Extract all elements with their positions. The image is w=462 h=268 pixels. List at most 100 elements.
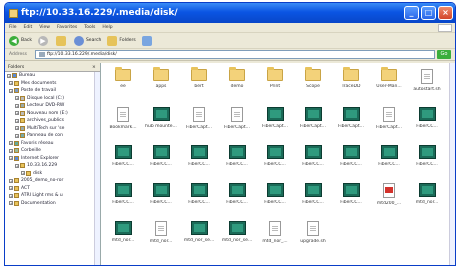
file-item[interactable]: FiberCapt...	[219, 107, 255, 130]
expand-icon[interactable]: +	[9, 148, 13, 153]
expand-icon[interactable]: +	[15, 111, 19, 116]
up-button[interactable]	[55, 35, 68, 46]
expand-icon[interactable]: +	[15, 126, 19, 131]
file-item[interactable]: FiberCC...	[181, 145, 217, 167]
tree-item[interactable]: +10.33.16.229	[5, 162, 100, 170]
close-pane-icon[interactable]: ×	[92, 63, 100, 71]
file-item[interactable]: Bookmark...	[105, 107, 141, 130]
expand-icon[interactable]: +	[15, 118, 19, 123]
views-button[interactable]	[141, 35, 154, 46]
expand-icon[interactable]: +	[9, 141, 13, 146]
expand-icon[interactable]: +	[9, 186, 13, 191]
go-button[interactable]: Go	[437, 50, 451, 59]
file-item[interactable]: hub mounte...	[143, 107, 179, 129]
tree-item[interactable]: +2005_demo_no-ror	[5, 177, 100, 185]
document-icon	[421, 69, 433, 84]
tree-item[interactable]: + Bureau	[5, 72, 100, 80]
file-item[interactable]: FiberCapt...	[371, 107, 407, 130]
menu-favorites[interactable]: Favorites	[57, 25, 77, 30]
tree-item[interactable]: + disk	[5, 170, 100, 178]
file-item[interactable]: mtd_nor_se...	[219, 221, 255, 243]
tree-item[interactable]: + Documentation	[5, 200, 100, 208]
file-item[interactable]: FiberCC...	[219, 183, 255, 205]
menu-help[interactable]: Help	[102, 25, 112, 30]
file-item[interactable]: FiberCC...	[219, 145, 255, 167]
tree-item[interactable]: + ATRI Light rms & u	[5, 192, 100, 200]
folder-item[interactable]: ee	[105, 67, 141, 89]
expand-icon[interactable]: +	[9, 201, 13, 206]
menu-edit[interactable]: Edit	[24, 25, 33, 30]
minimize-button[interactable]: _	[404, 6, 419, 20]
file-item[interactable]: FiberCC...	[143, 183, 179, 205]
search-button[interactable]: Search	[73, 35, 101, 46]
address-input[interactable]: ftp://10.33.16.229/.media/disk/	[35, 50, 435, 59]
file-item[interactable]: upgrade.sh	[295, 221, 331, 244]
file-item[interactable]: FiberCC...	[295, 145, 331, 167]
file-item[interactable]: FiberCC...	[371, 145, 407, 167]
expand-icon[interactable]: +	[21, 171, 25, 176]
back-button[interactable]: ◀ Back	[9, 35, 32, 46]
file-item[interactable]: mtd_nor...	[143, 221, 179, 244]
expand-icon[interactable]: +	[9, 193, 13, 198]
tree-item[interactable]: + Nouveau nom (E:)	[5, 110, 100, 118]
folders-scrollbar[interactable]	[94, 72, 100, 265]
tree-item[interactable]: + Lecteur DVD-RW	[5, 102, 100, 110]
file-item[interactable]: FiberCC...	[333, 183, 369, 205]
tree-item[interactable]: + Panneau de con	[5, 132, 100, 140]
expand-icon[interactable]: +	[15, 103, 19, 108]
folder-item[interactable]: Print	[257, 67, 293, 89]
file-item[interactable]: autostart.sh	[409, 69, 445, 92]
tree-item[interactable]: + Favoris réseau	[5, 140, 100, 148]
expand-icon[interactable]: +	[9, 178, 13, 183]
menu-tools[interactable]: Tools	[84, 25, 95, 30]
file-item[interactable]: FiberCC...	[409, 145, 445, 167]
file-item[interactable]: mtd_nor...	[409, 183, 445, 205]
close-button[interactable]: ×	[438, 6, 453, 20]
menu-view[interactable]: View	[39, 25, 50, 30]
folder-item[interactable]: demo	[219, 67, 255, 89]
folders-button[interactable]: Folders	[107, 35, 136, 46]
expand-icon[interactable]: +	[15, 133, 19, 138]
folder-item[interactable]: apps	[143, 67, 179, 89]
tree-item[interactable]: + Poste de travail	[5, 87, 100, 95]
file-item[interactable]: FiberCC...	[143, 145, 179, 167]
folder-item[interactable]: TraceDD	[333, 67, 369, 89]
folder-item[interactable]: bert	[181, 67, 217, 89]
file-item[interactable]: FiberCapt...	[181, 107, 217, 130]
file-item[interactable]: FiberCC...	[257, 145, 293, 167]
file-item[interactable]: mtd_nor_...	[257, 221, 293, 244]
file-item[interactable]: FiberCC...	[257, 183, 293, 205]
tree-item[interactable]: + MultiTech sur 'se	[5, 125, 100, 133]
menu-file[interactable]: File	[9, 25, 17, 30]
file-list-scrollbar[interactable]	[449, 63, 455, 265]
tree-item[interactable]: + Corbeille	[5, 147, 100, 155]
folder-item[interactable]: User-Man...	[371, 67, 407, 89]
expand-icon[interactable]: +	[7, 73, 11, 78]
tree-item[interactable]: + Mes documents	[5, 80, 100, 88]
tree-item[interactable]: + Disque local (C:)	[5, 95, 100, 103]
folder-item[interactable]: Scope	[295, 67, 331, 89]
tree-item[interactable]: + ACT	[5, 185, 100, 193]
expand-icon[interactable]: +	[9, 156, 13, 161]
file-item[interactable]: FiberCapt...	[295, 107, 331, 129]
file-item[interactable]: FiberCC...	[409, 107, 445, 129]
file-item[interactable]: FiberCC...	[105, 183, 141, 205]
expand-icon[interactable]: +	[15, 96, 19, 101]
forward-button[interactable]: ▶	[37, 35, 50, 46]
tree-item[interactable]: + archives_publics	[5, 117, 100, 125]
expand-icon[interactable]: +	[9, 88, 13, 93]
file-item[interactable]: FiberCC...	[105, 145, 141, 167]
expand-icon[interactable]: +	[15, 163, 19, 168]
file-item[interactable]: FiberCapt...	[333, 107, 369, 129]
file-item[interactable]: mtd_nor_se...	[181, 221, 217, 243]
tree-item[interactable]: + Internet Explorer	[5, 155, 100, 163]
file-item[interactable]: FiberCC...	[295, 183, 331, 205]
file-item[interactable]: FiberCC...	[181, 183, 217, 205]
file-item[interactable]: FiberCC...	[333, 145, 369, 167]
expand-icon[interactable]: +	[9, 81, 13, 86]
file-item[interactable]: FiberCapt...	[257, 107, 293, 129]
file-item[interactable]: mtd_nor...	[105, 221, 141, 243]
file-item[interactable]: mtd200_...	[371, 183, 407, 206]
title-bar[interactable]: ftp://10.33.16.229/.media/disk/ _ □ ×	[5, 3, 455, 23]
maximize-button[interactable]: □	[421, 6, 436, 20]
